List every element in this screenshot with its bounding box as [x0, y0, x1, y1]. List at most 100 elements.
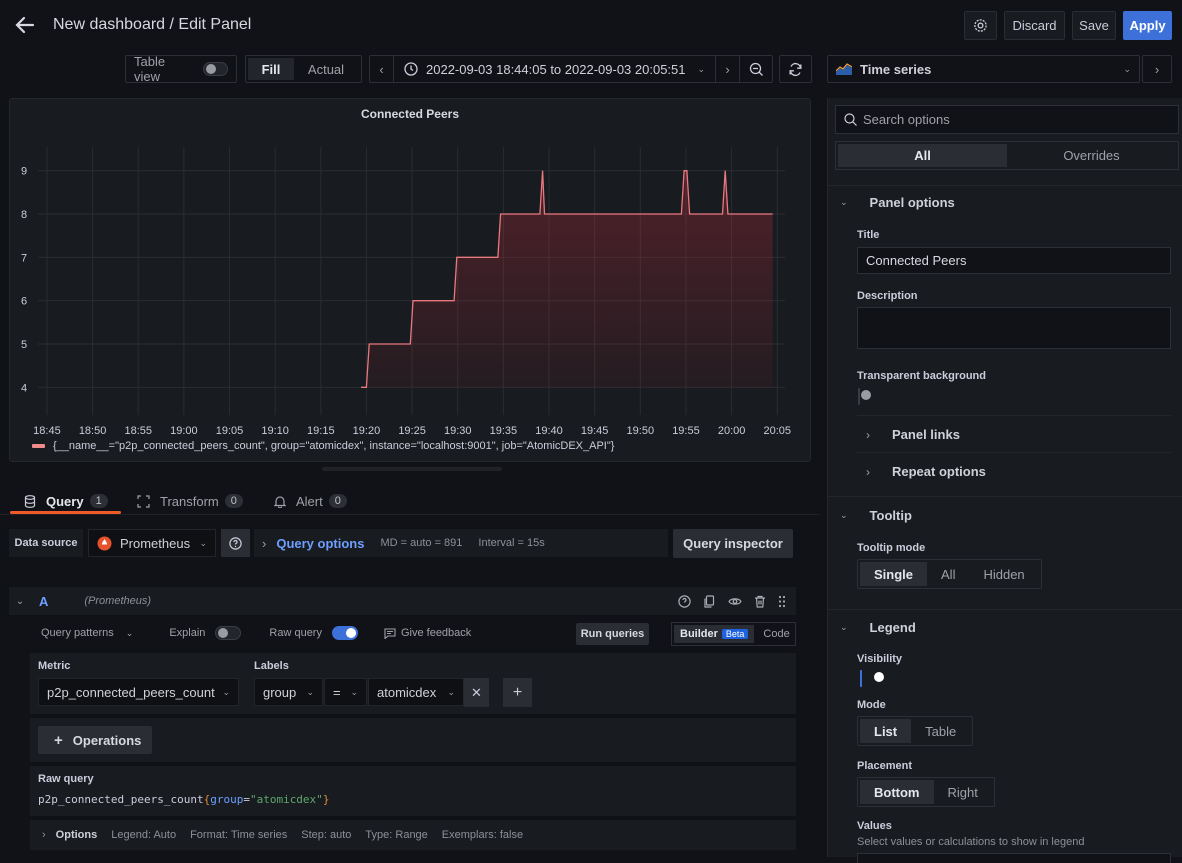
raw-brace: }	[322, 793, 330, 806]
builder-label: Builder	[680, 628, 718, 640]
arrow-left-icon	[15, 16, 35, 34]
builder-mode-option[interactable]: Builder Beta	[674, 625, 755, 643]
repeat-options-header[interactable]: › Repeat options	[866, 464, 986, 479]
tooltip-mode-hidden[interactable]: Hidden	[969, 562, 1038, 586]
time-picker: ‹ 2022-09-03 18:44:05 to 2022-09-03 20:0…	[369, 55, 773, 83]
collapse-query-button[interactable]: ⌄	[9, 596, 31, 607]
query-inspector-button[interactable]: Query inspector	[673, 529, 793, 558]
metric-select[interactable]: p2p_connected_peers_count ⌄	[38, 678, 239, 706]
raw-query-label: Raw query	[269, 627, 322, 639]
query-ref-id[interactable]: A	[39, 594, 48, 609]
label-value-select[interactable]: atomicdex ⌄	[368, 678, 464, 706]
y-tick-label: 7	[21, 252, 27, 264]
add-operation-button[interactable]: + Operations	[38, 726, 152, 754]
drag-handle-icon[interactable]	[778, 595, 786, 608]
legend-mode-table[interactable]: Table	[911, 719, 970, 743]
query-patterns-dropdown[interactable]: Query patterns ⌄	[41, 627, 133, 639]
fill-option[interactable]: Fill	[248, 58, 294, 80]
give-feedback-link[interactable]: Give feedback	[384, 627, 471, 639]
divider	[828, 496, 1182, 497]
x-tick-label: 19:15	[307, 425, 335, 437]
y-tick-label: 5	[21, 339, 27, 351]
tab-query[interactable]: Query 1	[24, 489, 108, 513]
panel-links-header[interactable]: › Panel links	[866, 427, 960, 442]
table-view-switch[interactable]	[202, 62, 228, 76]
code-mode-option[interactable]: Code	[763, 628, 789, 640]
add-label-button[interactable]: +	[503, 678, 532, 707]
run-queries-button[interactable]: Run queries	[576, 623, 649, 645]
repeat-options-title: Repeat options	[892, 464, 986, 479]
legend-color-swatch	[32, 444, 45, 448]
chart-panel: Connected Peers 456789 18:45 18:50 18:55 19…	[9, 98, 811, 462]
legend-item[interactable]: {__name__="p2p_connected_peers_count", g…	[32, 440, 614, 452]
x-tick-label: 18:45	[33, 425, 61, 437]
duplicate-icon[interactable]	[703, 594, 716, 608]
collapse-options-button[interactable]: ›	[1142, 55, 1172, 83]
tooltip-header[interactable]: ⌄ Tooltip	[840, 508, 912, 523]
time-back-button[interactable]: ‹	[370, 56, 394, 82]
divider	[857, 452, 1171, 453]
tooltip-mode-all[interactable]: All	[927, 562, 969, 586]
legend-mode-list[interactable]: List	[860, 719, 912, 743]
tab-all[interactable]: All	[838, 144, 1007, 167]
settings-button[interactable]	[964, 11, 997, 40]
transparent-background-switch[interactable]	[858, 388, 860, 405]
give-feedback-label: Give feedback	[400, 627, 472, 639]
visualization-picker[interactable]: Time series ⌄	[827, 55, 1140, 83]
explain-switch[interactable]	[215, 626, 242, 640]
panel-resize-handle[interactable]	[322, 467, 502, 471]
operations-label: Operations	[72, 732, 142, 748]
visibility-label: Visibility	[857, 653, 903, 665]
legend-header[interactable]: ⌄ Legend	[840, 620, 916, 635]
query-options-bar[interactable]: › Query options MD = auto = 891 Interval…	[254, 529, 668, 557]
label-key-select[interactable]: group ⌄	[254, 678, 323, 706]
operations-section: + Operations	[30, 718, 796, 762]
title-input[interactable]: Connected Peers	[857, 247, 1171, 274]
raw-value: "atomicdex"	[249, 793, 323, 806]
tooltip-mode-single[interactable]: Single	[860, 562, 928, 586]
datasource-help-button[interactable]	[221, 529, 250, 557]
time-range-button[interactable]: 2022-09-03 18:44:05 to 2022-09-03 20:05:…	[394, 56, 716, 82]
x-tick-label: 20:00	[718, 425, 746, 437]
query-row-header: ⌄ A (Prometheus)	[9, 587, 796, 615]
back-button[interactable]	[14, 14, 36, 36]
discard-button[interactable]: Discard	[1004, 11, 1065, 40]
help-icon[interactable]	[678, 594, 691, 608]
tooltip-mode-label: Tooltip mode	[857, 542, 926, 554]
options-tabs: All Overrides	[835, 141, 1179, 170]
description-textarea[interactable]	[857, 307, 1171, 349]
raw-query-switch[interactable]	[331, 626, 358, 640]
datasource-picker[interactable]: Prometheus ⌄	[88, 529, 216, 557]
label-operator-select[interactable]: = ⌄	[324, 678, 367, 706]
eye-icon[interactable]	[728, 595, 742, 608]
save-button[interactable]: Save	[1072, 11, 1116, 40]
table-view-toggle[interactable]: Table view	[125, 54, 237, 84]
tab-alert-label: Alert	[296, 493, 323, 509]
legend-placement-right[interactable]: Right	[934, 780, 992, 804]
chevron-down-icon: ⌄	[306, 686, 314, 697]
values-select[interactable]	[857, 853, 1171, 863]
label-operator-value: =	[333, 684, 341, 700]
tab-transform[interactable]: Transform 0	[137, 489, 243, 513]
tabs-divider	[0, 514, 820, 515]
query-options-row[interactable]: › Options Legend: Auto Format: Time seri…	[30, 820, 796, 850]
apply-button[interactable]: Apply	[1123, 11, 1172, 40]
tab-overrides[interactable]: Overrides	[1007, 144, 1176, 167]
time-forward-button[interactable]: ›	[716, 56, 740, 82]
remove-label-button[interactable]: ✕	[464, 678, 489, 707]
values-hint: Select values or calculations to show in…	[857, 836, 1085, 848]
search-options-input[interactable]: Search options	[835, 105, 1179, 134]
legend-visibility-switch[interactable]	[860, 670, 862, 687]
chevron-down-icon: ⌄	[350, 686, 358, 697]
legend-placement-bottom[interactable]: Bottom	[860, 780, 934, 804]
x-tick-label: 19:20	[353, 425, 381, 437]
panel-options-header[interactable]: ⌄ Panel options	[840, 195, 955, 210]
tab-alert[interactable]: Alert 0	[274, 489, 347, 513]
trash-icon[interactable]	[754, 595, 766, 608]
chevron-right-icon: ›	[262, 535, 267, 551]
query-options-link[interactable]: Query options	[276, 536, 364, 551]
zoom-out-button[interactable]	[740, 56, 772, 82]
refresh-button[interactable]	[779, 55, 812, 83]
actual-option[interactable]: Actual	[294, 58, 358, 80]
datasource-label: Data source	[14, 537, 78, 549]
